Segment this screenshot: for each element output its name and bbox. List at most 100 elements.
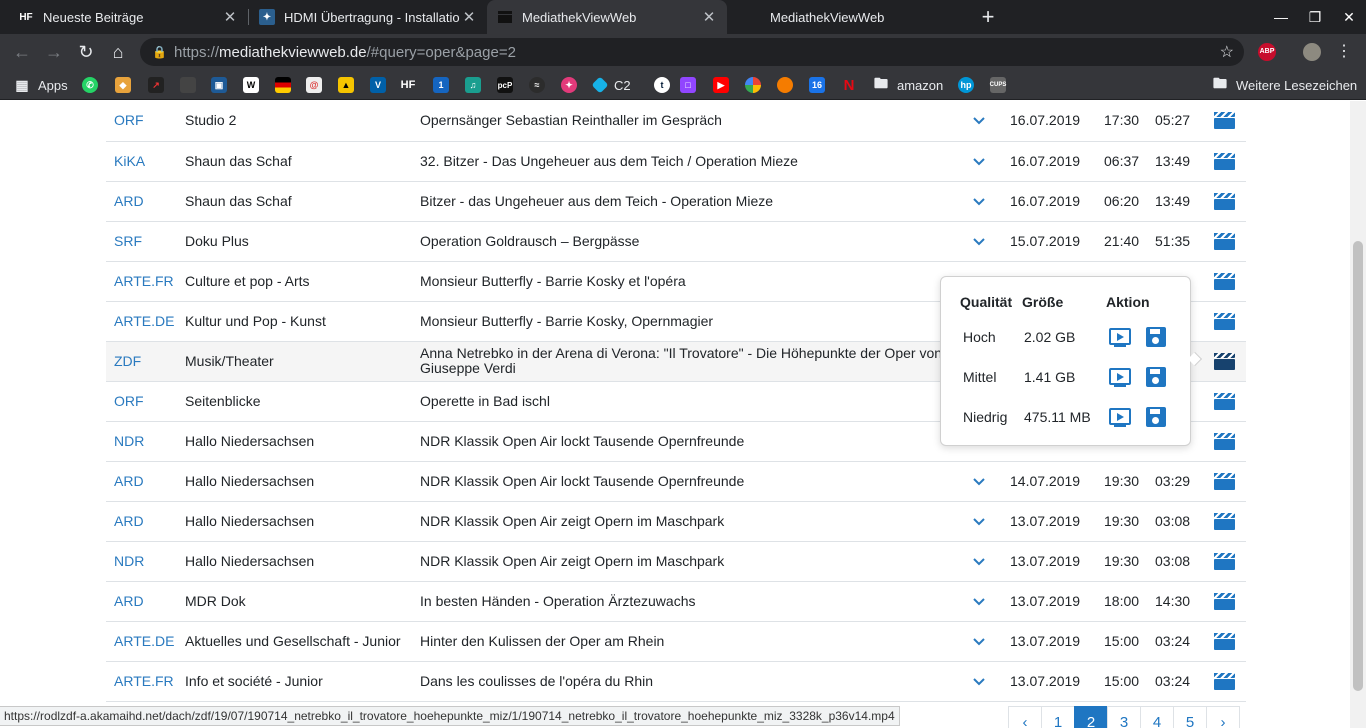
- pagination-page-3[interactable]: 3: [1107, 706, 1141, 728]
- tab-mediathekviewweb-active[interactable]: MediathekViewWeb ✕: [487, 0, 727, 34]
- home-icon[interactable]: ⌂: [104, 38, 132, 66]
- adblock-plus-icon[interactable]: ABP: [1258, 43, 1276, 61]
- channel-link[interactable]: NDR: [106, 421, 177, 462]
- expand-chevron-icon[interactable]: [956, 581, 1002, 622]
- bookmark-chart-icon[interactable]: ↗: [148, 77, 164, 93]
- channel-link[interactable]: ORF: [106, 101, 177, 142]
- close-tab-icon[interactable]: ✕: [222, 8, 238, 26]
- expand-chevron-icon[interactable]: [956, 141, 1002, 182]
- back-arrow-icon[interactable]: ←: [8, 38, 36, 66]
- close-window-icon[interactable]: ✕: [1332, 0, 1366, 34]
- expand-chevron-icon[interactable]: [956, 661, 1002, 702]
- channel-link[interactable]: NDR: [106, 541, 177, 582]
- cups-icon[interactable]: CUPS: [990, 77, 1006, 93]
- bookmark-dim-icon[interactable]: [180, 77, 196, 93]
- bookmark-tv-icon[interactable]: ▣: [211, 77, 227, 93]
- close-tab-icon[interactable]: ✕: [461, 8, 477, 26]
- wikipedia-icon[interactable]: W: [243, 77, 259, 93]
- clapperboard-icon[interactable]: [1203, 421, 1246, 462]
- tab-hdmi-uebertragung[interactable]: ✦ HDMI Übertragung - Installatio ✕: [249, 0, 487, 34]
- amazon-bookmark-folder[interactable]: 🖿 amazon: [873, 75, 943, 94]
- profile-avatar[interactable]: [1303, 43, 1321, 61]
- bookmark-yellow-icon[interactable]: ▲: [338, 77, 354, 93]
- clapperboard-icon[interactable]: [1203, 221, 1246, 262]
- volksbank-icon[interactable]: V: [370, 77, 386, 93]
- clapperboard-icon[interactable]: [1203, 301, 1246, 342]
- download-low-button[interactable]: [1146, 407, 1168, 427]
- page-scrollbar[interactable]: [1350, 101, 1366, 728]
- clapperboard-icon[interactable]: [1203, 341, 1246, 382]
- clapperboard-icon[interactable]: [1203, 501, 1246, 542]
- clapperboard-icon[interactable]: [1203, 381, 1246, 422]
- clapperboard-icon[interactable]: [1203, 661, 1246, 702]
- expand-chevron-icon[interactable]: [956, 501, 1002, 542]
- download-medium-button[interactable]: [1146, 367, 1168, 387]
- scrollbar-thumb[interactable]: [1353, 241, 1363, 691]
- clapperboard-icon[interactable]: [1203, 101, 1246, 142]
- c2-bookmark[interactable]: C2: [591, 76, 631, 94]
- pagination-page-4[interactable]: 4: [1140, 706, 1174, 728]
- hf-bookmark-icon[interactable]: HF: [400, 77, 416, 93]
- clapperboard-icon[interactable]: [1203, 141, 1246, 182]
- channel-link[interactable]: KiKA: [106, 141, 177, 182]
- bookmark-shield-icon[interactable]: ◆: [115, 77, 131, 93]
- hp-icon[interactable]: hp: [958, 77, 974, 93]
- address-bar[interactable]: 🔒 https://mediathekviewweb.de/#query=ope…: [140, 38, 1244, 66]
- expand-chevron-icon[interactable]: [956, 541, 1002, 582]
- bookmark-pink-icon[interactable]: ✦: [561, 77, 577, 93]
- expand-chevron-icon[interactable]: [956, 221, 1002, 262]
- youtube-icon[interactable]: ▶: [713, 77, 729, 93]
- channel-link[interactable]: ARTE.FR: [106, 261, 177, 302]
- channel-link[interactable]: ARTE.DE: [106, 621, 177, 662]
- bookmark-orange-icon[interactable]: [777, 77, 793, 93]
- expand-chevron-icon[interactable]: [956, 621, 1002, 662]
- channel-link[interactable]: ARD: [106, 461, 177, 502]
- clapperboard-icon[interactable]: [1203, 181, 1246, 222]
- channel-link[interactable]: ARTE.DE: [106, 301, 177, 342]
- bookmark-flag-icon[interactable]: [275, 77, 291, 93]
- whatsapp-icon[interactable]: ✆: [82, 77, 98, 93]
- play-high-button[interactable]: [1109, 328, 1131, 348]
- channel-link[interactable]: ARD: [106, 181, 177, 222]
- expand-chevron-icon[interactable]: [956, 181, 1002, 222]
- google-photos-icon[interactable]: [745, 77, 761, 93]
- channel-link[interactable]: ORF: [106, 381, 177, 422]
- play-low-button[interactable]: [1109, 408, 1131, 428]
- forward-arrow-icon[interactable]: →: [40, 38, 68, 66]
- channel-link[interactable]: SRF: [106, 221, 177, 262]
- play-medium-button[interactable]: [1109, 368, 1131, 388]
- tumblr-icon[interactable]: t: [654, 77, 670, 93]
- channel-link[interactable]: ARD: [106, 581, 177, 622]
- bookmark-music-icon[interactable]: ♫: [465, 77, 481, 93]
- reload-icon[interactable]: ↻: [72, 38, 100, 66]
- clapperboard-icon[interactable]: [1203, 261, 1246, 302]
- more-bookmarks-folder[interactable]: 🖿 Weitere Lesezeichen: [1212, 75, 1357, 94]
- pagination-page-5[interactable]: 5: [1173, 706, 1207, 728]
- download-high-button[interactable]: [1146, 327, 1168, 347]
- close-tab-icon[interactable]: ✕: [701, 8, 717, 26]
- new-tab-button[interactable]: +: [976, 4, 1000, 30]
- tab-neueste-beitraege[interactable]: HF Neueste Beiträge ✕: [8, 0, 248, 34]
- pagination-page-2[interactable]: 2: [1074, 706, 1108, 728]
- clapperboard-icon[interactable]: [1203, 581, 1246, 622]
- clapperboard-icon[interactable]: [1203, 461, 1246, 502]
- pcp-icon[interactable]: pcP: [497, 77, 513, 93]
- pagination-prev[interactable]: ‹: [1008, 706, 1042, 728]
- pagination-page-1[interactable]: 1: [1041, 706, 1075, 728]
- pagination-next[interactable]: ›: [1206, 706, 1240, 728]
- expand-chevron-icon[interactable]: [956, 101, 1002, 142]
- netflix-icon[interactable]: N: [841, 77, 857, 94]
- bookmark-star-icon[interactable]: ☆: [1220, 42, 1234, 62]
- minimize-icon[interactable]: —: [1264, 0, 1298, 34]
- menu-kebab-icon[interactable]: ⋮: [1330, 38, 1358, 66]
- tab-mediathekviewweb-2[interactable]: MediathekViewWeb: [727, 0, 967, 34]
- channel-link[interactable]: ZDF: [106, 341, 177, 382]
- clapperboard-icon[interactable]: [1203, 541, 1246, 582]
- clapperboard-icon[interactable]: [1203, 621, 1246, 662]
- bookmark-badge-icon[interactable]: 1: [433, 77, 449, 93]
- channel-link[interactable]: ARD: [106, 501, 177, 542]
- expand-chevron-icon[interactable]: [956, 461, 1002, 502]
- spotify-icon[interactable]: ≈: [529, 77, 545, 93]
- maximize-icon[interactable]: ❐: [1298, 0, 1332, 34]
- twitch-icon[interactable]: □: [680, 77, 696, 93]
